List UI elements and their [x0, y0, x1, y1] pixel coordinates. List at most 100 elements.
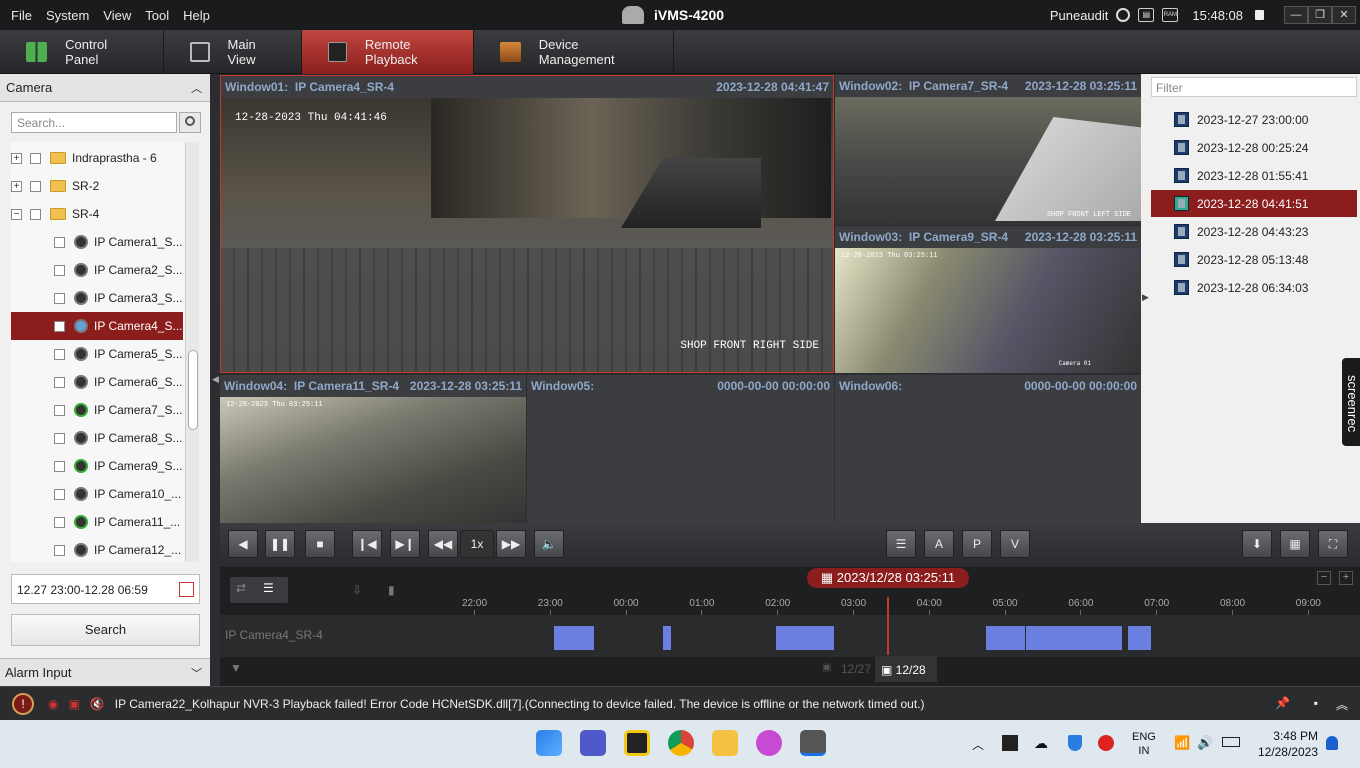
volume-tray-icon[interactable]: 🔊	[1197, 735, 1213, 751]
expand-icon[interactable]: +	[11, 152, 22, 164]
tree-camera-selected[interactable]: IP Camera4_S...	[11, 312, 183, 340]
chevron-up-icon[interactable]: ︽	[1336, 696, 1348, 713]
tree-camera[interactable]: IP Camera12_...	[11, 536, 183, 562]
tab-remote-playback[interactable]: Remote Playback	[302, 30, 474, 74]
tray-overflow-icon[interactable]: ︿	[972, 736, 984, 753]
search-button[interactable]: Search	[11, 614, 200, 646]
vca-icon[interactable]: V	[1000, 530, 1030, 558]
video-window-3[interactable]: Window03: IP Camera9_SR-4 2023-12-28 03:…	[835, 226, 1141, 373]
video-window-2[interactable]: Window02: IP Camera7_SR-4 2023-12-28 03:…	[835, 75, 1141, 225]
tab-control-panel[interactable]: Control Panel	[0, 30, 164, 74]
pos-icon[interactable]: P	[962, 530, 992, 558]
video-window-6[interactable]: Window06: 0000-00-00 00:00:00	[835, 375, 1141, 523]
window-icon[interactable]: ▪	[1314, 696, 1318, 710]
taskbar-clock[interactable]: 3:48 PM 12/28/2023	[1254, 728, 1318, 760]
reverse-play-button[interactable]: ◀	[228, 530, 258, 558]
tree-camera[interactable]: IP Camera5_S...	[11, 340, 183, 368]
stop-button[interactable]: ■	[305, 530, 335, 558]
camera-search-input[interactable]: Search...	[11, 112, 177, 133]
checkbox[interactable]	[54, 432, 65, 444]
language-indicator[interactable]: ENG IN	[1132, 730, 1156, 758]
record-segment[interactable]	[1026, 626, 1122, 650]
expand-icon[interactable]: +	[11, 180, 22, 192]
menu-tool[interactable]: Tool	[138, 8, 176, 23]
record-list-icon[interactable]: ☰	[886, 530, 916, 558]
alarm-icon[interactable]: !	[12, 692, 34, 715]
tree-scrollbar[interactable]	[185, 142, 199, 562]
menu-system[interactable]: System	[39, 8, 96, 23]
record-segment[interactable]	[1128, 626, 1151, 650]
pin-icon[interactable]: 📌	[1275, 696, 1290, 710]
sync-icon[interactable]: ⇄	[236, 581, 246, 595]
checkbox[interactable]	[54, 292, 65, 304]
layout-icon[interactable]: ▦	[1280, 530, 1310, 558]
tree-camera[interactable]: IP Camera8_S...	[11, 424, 183, 452]
tree-camera[interactable]: IP Camera6_S...	[11, 368, 183, 396]
chrome-icon[interactable]	[668, 730, 694, 756]
teams-icon[interactable]	[580, 730, 606, 756]
record-segment[interactable]	[986, 626, 1025, 650]
tree-camera[interactable]: IP Camera3_S...	[11, 284, 183, 312]
video-window-4[interactable]: Window04: IP Camera11_SR-4 2023-12-28 03…	[220, 375, 526, 523]
ram-icon[interactable]: RAM	[1162, 8, 1179, 22]
record-tray-icon[interactable]	[1098, 735, 1114, 751]
collapse-up-icon[interactable]: ︿	[191, 80, 202, 96]
speed-up-button[interactable]: ▶▶	[496, 530, 526, 558]
sticky-notes-icon[interactable]	[624, 730, 650, 756]
record-item[interactable]: 2023-12-28 04:43:23	[1151, 218, 1357, 245]
tree-camera[interactable]: IP Camera2_S...	[11, 256, 183, 284]
checkbox[interactable]	[54, 516, 65, 528]
tree-camera[interactable]: IP Camera10_...	[11, 480, 183, 508]
record-item-selected[interactable]: 2023-12-28 04:41:51	[1151, 190, 1357, 217]
bookmark-icon[interactable]: ▮	[388, 583, 395, 597]
checkbox[interactable]	[30, 180, 41, 192]
record-segment[interactable]	[776, 626, 834, 650]
lock-icon[interactable]	[1255, 10, 1264, 20]
checkbox[interactable]	[54, 488, 65, 500]
checkbox[interactable]	[54, 236, 65, 248]
scrollbar-thumb[interactable]	[188, 350, 198, 430]
tab-device-management[interactable]: Device Management	[474, 30, 674, 74]
record-item[interactable]: 2023-12-28 06:34:03	[1151, 274, 1357, 301]
wifi-icon[interactable]: 📶	[1174, 735, 1190, 751]
tree-group[interactable]: + Indraprastha - 6	[11, 144, 183, 172]
funnel-icon[interactable]: ▼	[230, 661, 242, 675]
mute-icon[interactable]: 🔇	[90, 697, 105, 711]
slow-down-button[interactable]: ◀◀	[428, 530, 458, 558]
checkbox[interactable]	[54, 460, 65, 472]
checkbox[interactable]	[30, 208, 41, 220]
video-window-5[interactable]: Window05: 0000-00-00 00:00:00	[527, 375, 834, 523]
collapse-icon[interactable]: −	[11, 208, 22, 220]
tray-app-icon[interactable]	[1002, 735, 1018, 751]
close-button[interactable]: ✕	[1332, 6, 1356, 24]
wps-icon[interactable]	[756, 730, 782, 756]
battery-icon[interactable]	[1222, 737, 1240, 747]
record-item[interactable]: 2023-12-28 01:55:41	[1151, 162, 1357, 189]
checkbox[interactable]	[54, 544, 65, 556]
record-item[interactable]: 2023-12-28 00:25:24	[1151, 134, 1357, 161]
tree-camera[interactable]: IP Camera11_...	[11, 508, 183, 536]
download-icon[interactable]: ⇩	[352, 583, 362, 597]
playhead[interactable]	[887, 597, 889, 655]
notification-bell-icon[interactable]	[1326, 736, 1338, 750]
defender-icon[interactable]	[1068, 735, 1082, 751]
camera-panel-header[interactable]: Camera ︿	[0, 74, 210, 102]
checkbox[interactable]	[54, 376, 65, 388]
checkbox[interactable]	[54, 264, 65, 276]
collapse-left-icon[interactable]: ◀	[212, 374, 219, 385]
download-camera-icon[interactable]: ⬇	[1242, 530, 1272, 558]
collapse-right-icon[interactable]: ▶	[1142, 292, 1149, 303]
ivms-taskbar-icon[interactable]	[800, 730, 826, 756]
checkbox[interactable]	[54, 320, 65, 332]
day-current[interactable]: ▣ 12/28	[875, 656, 937, 682]
timeline[interactable]: ⇄ ☰ ⇩ ▮ ▦ 2023/12/28 03:25:11 − + IP Cam…	[220, 567, 1360, 686]
menu-help[interactable]: Help	[176, 8, 217, 23]
minimize-button[interactable]: —	[1284, 6, 1308, 24]
file-explorer-icon[interactable]	[712, 730, 738, 756]
alarm-input-header[interactable]: Alarm Input ﹀	[0, 658, 210, 686]
zoom-in-icon[interactable]: +	[1339, 571, 1353, 585]
windows-start-icon[interactable]	[536, 730, 562, 756]
tree-camera[interactable]: IP Camera1_S...	[11, 228, 183, 256]
globe-icon[interactable]	[1116, 8, 1131, 22]
video-window-1[interactable]: Window01: IP Camera4_SR-4 2023-12-28 04:…	[220, 75, 834, 373]
